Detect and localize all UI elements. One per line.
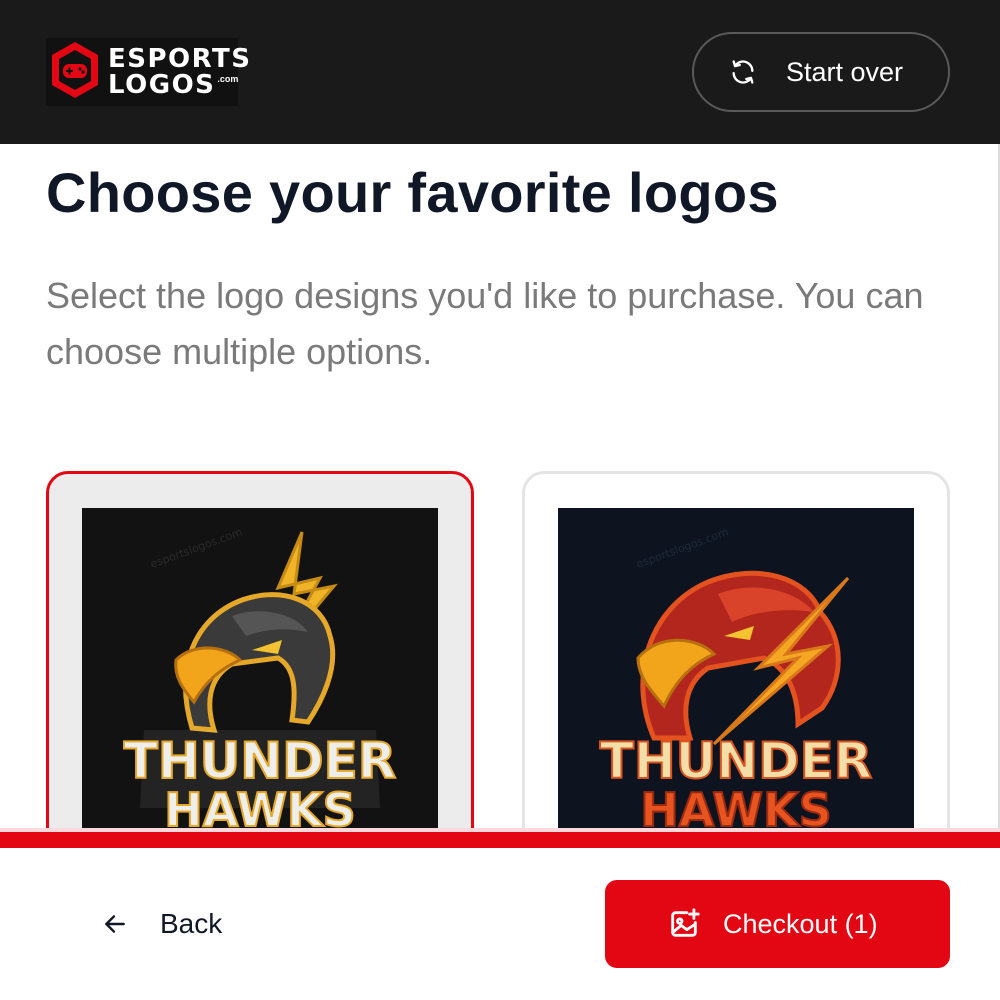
checkout-button[interactable]: Checkout (1) xyxy=(605,880,950,968)
logo-text-line1: THUNDER xyxy=(600,732,873,790)
page-subtitle: Select the logo designs you'd like to pu… xyxy=(46,275,924,372)
start-over-label: Start over xyxy=(786,56,904,87)
site-logo[interactable]: ESPORTS LOGOS .com xyxy=(46,38,250,106)
arrow-left-icon xyxy=(100,909,130,939)
logo-text-line1: THUNDER xyxy=(124,732,397,790)
start-over-button[interactable]: Start over xyxy=(692,32,950,112)
back-label: Back xyxy=(160,908,223,939)
refresh-icon xyxy=(728,57,758,87)
header: ESPORTS LOGOS .com Start over xyxy=(0,0,1000,144)
logo-image-1: THUNDER HAWKS esportslogos.com xyxy=(82,508,438,838)
progress-bar xyxy=(0,828,1000,848)
back-button[interactable]: Back xyxy=(100,888,222,960)
logo-line-2: LOGOS xyxy=(108,70,216,100)
image-add-icon xyxy=(667,907,701,941)
footer-bar: Back Checkout (1) xyxy=(0,828,1000,1000)
progress-highlight xyxy=(0,828,1000,832)
checkout-label: Checkout (1) xyxy=(723,908,878,939)
logo-image-2: THUNDER HAWKS esportslogos.com xyxy=(558,508,914,838)
logo-line-1: ESPORTS xyxy=(108,44,252,74)
logo-suffix: .com xyxy=(217,74,239,84)
page-title: Choose your favorite logos xyxy=(46,161,779,224)
gamepad-shield-icon xyxy=(46,38,104,106)
